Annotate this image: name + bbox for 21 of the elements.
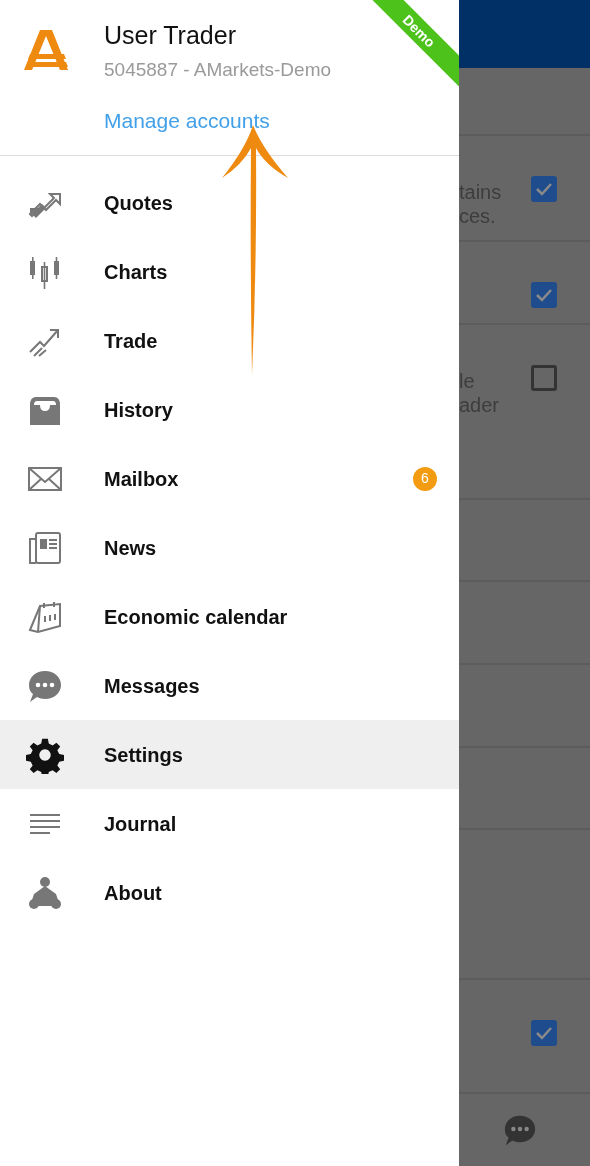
checkbox[interactable] bbox=[531, 176, 557, 202]
checkbox[interactable] bbox=[531, 365, 557, 391]
checkbox[interactable] bbox=[531, 282, 557, 308]
menu-item[interactable]: Charts bbox=[0, 237, 459, 306]
menu-item[interactable]: Economic calendar bbox=[0, 582, 459, 651]
menu-item[interactable]: Trade bbox=[0, 306, 459, 375]
menu-item[interactable]: About bbox=[0, 858, 459, 927]
menu-item[interactable]: Mailbox 6 bbox=[0, 444, 459, 513]
menu-item[interactable]: Messages bbox=[0, 651, 459, 720]
checkmark-icon bbox=[535, 182, 553, 196]
menu-item[interactable]: News bbox=[0, 513, 459, 582]
checkbox[interactable] bbox=[531, 1020, 557, 1046]
menu-item[interactable]: Settings bbox=[0, 720, 459, 789]
account-label: 5045887 - AMarkets-Demo bbox=[104, 58, 332, 82]
checkmark-icon bbox=[535, 288, 553, 302]
menu-item[interactable]: History bbox=[0, 375, 459, 444]
checkmark-icon bbox=[535, 1026, 553, 1040]
count-badge: 6 bbox=[413, 466, 437, 491]
user-name: User Trader bbox=[104, 20, 237, 50]
menu-item[interactable]: Journal bbox=[0, 789, 459, 858]
menu-item[interactable]: Quotes bbox=[0, 168, 459, 237]
